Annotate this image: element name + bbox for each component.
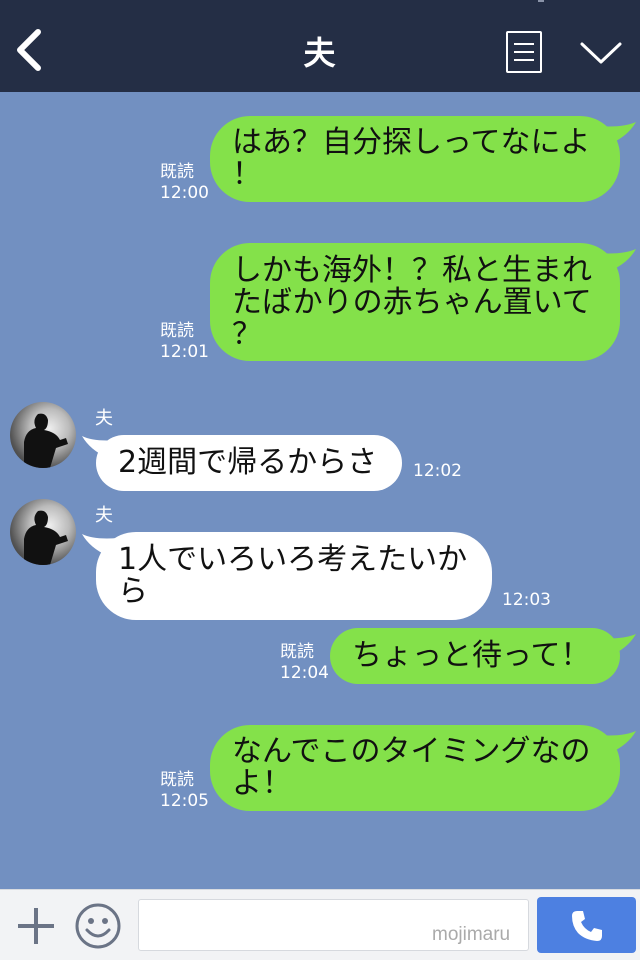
message-line: ちょっと待って！ (352, 638, 591, 673)
read-receipt: 既読 (280, 642, 314, 662)
chevron-down-icon (580, 42, 622, 64)
message-line: たばかりの赤ちゃん置いて (232, 285, 592, 320)
smiley-icon (75, 903, 121, 949)
message-line: ？ (232, 317, 262, 352)
chat-title: 夫 (303, 34, 337, 72)
person-silhouette-icon (24, 510, 68, 565)
plus-icon (18, 908, 54, 944)
status-indicator (538, 0, 544, 2)
message-line: なんでこのタイミングなの (232, 734, 591, 769)
message-line: しかも海外！？私と生まれ (232, 253, 592, 288)
sender-name: 夫 (95, 505, 113, 526)
chat-header: 夫 (0, 0, 640, 92)
message-line: 1人でいろいろ考えたいか (118, 542, 468, 577)
watermark: mojimaru (432, 924, 511, 945)
phone-icon (572, 911, 602, 941)
message-bubble[interactable]: 1人でいろいろ考えたいか ら (96, 532, 492, 620)
message-time: 12:00 (160, 183, 209, 203)
sender-name: 夫 (95, 408, 113, 429)
message-time: 12:02 (413, 461, 462, 481)
bubble-tail (598, 731, 636, 753)
message-line: ！ (232, 157, 262, 192)
message-meta: 既読 12:04 (280, 642, 329, 684)
message-bubble[interactable]: 2週間で帰るからさ (96, 435, 402, 491)
bubble-tail (598, 634, 636, 656)
bubble-tail (598, 122, 636, 144)
notes-button[interactable] (506, 31, 542, 73)
message-bubble[interactable]: しかも海外！？私と生まれ たばかりの赤ちゃん置いて ？ (210, 243, 620, 361)
message-time: 12:03 (502, 590, 551, 610)
message-bubble[interactable]: なんでこのタイミングなの よ！ (210, 725, 620, 811)
message-bubble[interactable]: ちょっと待って！ (330, 628, 620, 684)
message-time: 12:01 (160, 342, 209, 362)
message-bubble[interactable]: はあ？自分探しってなによ ！ (210, 116, 620, 202)
message-line: はあ？自分探しってなによ (232, 125, 591, 160)
collapse-button[interactable] (578, 38, 624, 68)
message-meta: 既読 12:01 (160, 321, 209, 363)
input-bar: mojimaru (0, 889, 640, 960)
message-meta: 既読 12:00 (160, 162, 209, 204)
message-time: 12:04 (280, 663, 329, 683)
read-receipt: 既読 (160, 770, 194, 790)
read-receipt: 既読 (160, 321, 194, 341)
add-attachment-button[interactable] (14, 904, 58, 948)
message-meta: 既読 12:05 (160, 770, 209, 812)
avatar[interactable] (10, 402, 76, 468)
message-time: 12:05 (160, 791, 209, 811)
message-line: 2週間で帰るからさ (118, 445, 378, 480)
read-receipt: 既読 (160, 162, 194, 182)
message-line: ら (118, 574, 148, 609)
call-button[interactable] (537, 897, 636, 953)
avatar[interactable] (10, 499, 76, 565)
emoji-button[interactable] (74, 902, 122, 950)
message-line: よ！ (232, 766, 292, 801)
bubble-tail (598, 249, 636, 271)
person-silhouette-icon (24, 413, 68, 468)
